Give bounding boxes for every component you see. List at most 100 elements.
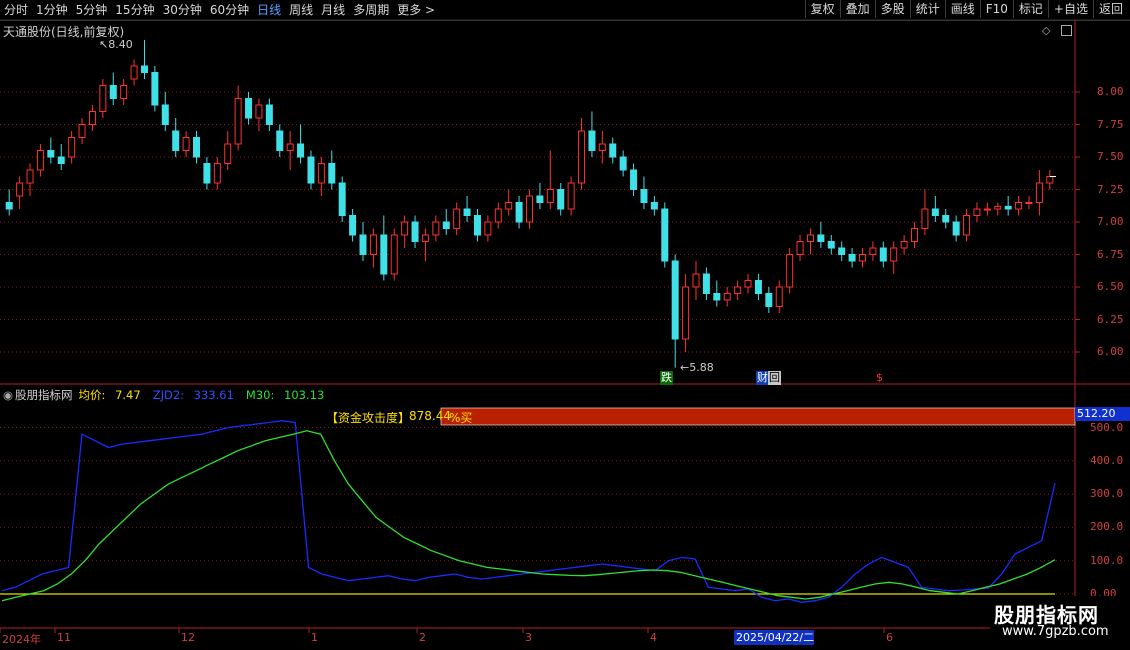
candle-body xyxy=(1004,205,1012,210)
candle-body xyxy=(349,215,357,236)
candle-body xyxy=(775,286,783,307)
candle-body xyxy=(245,98,253,119)
candle-body xyxy=(546,189,554,203)
candle-body xyxy=(213,163,221,184)
candle-body xyxy=(890,247,898,262)
high-price-label: ↖8.40 xyxy=(99,38,133,51)
candle-body xyxy=(234,98,242,145)
time-axis-label: 6 xyxy=(886,631,893,644)
candle-body xyxy=(203,163,211,184)
candle-body xyxy=(827,241,835,249)
candle-body xyxy=(661,208,669,262)
candle-body xyxy=(869,247,877,255)
candle-body xyxy=(796,241,804,255)
zjd2-line xyxy=(1,420,1056,603)
candle-body xyxy=(515,202,523,223)
time-axis-label: 12 xyxy=(181,631,195,644)
candle-body xyxy=(421,234,429,242)
candle-body xyxy=(598,143,606,151)
diamond-icon[interactable]: ◇ xyxy=(1042,24,1050,37)
time-axis-label: 4 xyxy=(650,631,657,644)
candle-body xyxy=(1035,182,1043,203)
indicator-lines xyxy=(0,407,1076,603)
candle-body xyxy=(411,221,419,242)
attack-bar xyxy=(440,407,1076,426)
candle-body xyxy=(265,104,273,125)
candle-body xyxy=(109,85,117,99)
candle-body xyxy=(963,215,971,236)
indicator-settings-icon[interactable]: ◉ xyxy=(3,388,13,402)
candle-body xyxy=(78,124,86,138)
candle-body xyxy=(57,156,65,164)
low-price-label: ←5.88 xyxy=(680,361,714,374)
candle-body xyxy=(161,104,169,125)
price-tick-label: 8.00 xyxy=(1097,85,1124,98)
arrow-left-icon: ← xyxy=(680,361,690,374)
candle-body xyxy=(931,208,939,216)
candle-body xyxy=(255,104,263,119)
candle-body xyxy=(286,143,294,151)
candle-body xyxy=(16,182,24,197)
candle-body xyxy=(338,182,346,216)
candle-body xyxy=(473,215,481,236)
candle-body xyxy=(588,130,596,151)
candle-body xyxy=(619,156,627,171)
attack-pct: %买 xyxy=(449,411,473,425)
candle-body xyxy=(557,189,565,210)
indicator-tick-label: 100.0 xyxy=(1090,553,1124,567)
candle-body xyxy=(5,202,13,210)
candle-body xyxy=(432,221,440,236)
candle-body xyxy=(734,286,742,294)
candle-body xyxy=(224,143,232,164)
candle-body xyxy=(359,234,367,255)
candle-body xyxy=(317,163,325,184)
candle-body xyxy=(713,293,721,301)
s-marker[interactable]: $ xyxy=(875,371,884,385)
die-marker[interactable]: 跌 xyxy=(660,371,673,385)
candle-body xyxy=(692,273,700,288)
stock-chart[interactable] xyxy=(0,0,1130,650)
candle-body xyxy=(671,260,679,340)
candle-body xyxy=(390,234,398,275)
price-tick-label: 6.00 xyxy=(1097,345,1124,358)
candle-body xyxy=(630,169,638,190)
candle-body xyxy=(99,85,107,112)
candle-series xyxy=(5,40,1056,368)
candle-body xyxy=(973,208,981,216)
candle-body xyxy=(307,156,315,184)
candle-body xyxy=(578,130,586,184)
candle-body xyxy=(858,254,866,262)
attack-value: 878.44 xyxy=(409,409,451,423)
time-axis-label: 2 xyxy=(419,631,426,644)
time-axis-label: 2024年 xyxy=(2,633,41,646)
candle-body xyxy=(328,163,336,184)
candle-body xyxy=(911,228,919,242)
indicator-name[interactable]: 股朋指标网 xyxy=(15,388,73,402)
candle-body xyxy=(453,208,461,229)
hui-marker[interactable]: 回 xyxy=(768,371,781,385)
candle-body xyxy=(879,247,887,262)
price-tick-label: 6.50 xyxy=(1097,280,1124,293)
m30-line xyxy=(1,430,1056,602)
candle-body xyxy=(494,208,502,223)
candle-body xyxy=(848,254,856,262)
candle-body xyxy=(765,293,773,307)
price-tick-label: 7.50 xyxy=(1097,150,1124,163)
candle-body xyxy=(401,221,409,236)
candle-body xyxy=(650,202,658,210)
candle-body xyxy=(994,205,1002,210)
candle-body xyxy=(838,247,846,255)
candle-body xyxy=(369,234,377,255)
candle-body xyxy=(1046,176,1054,184)
candle-body xyxy=(68,137,76,158)
watermark: 股朋指标网 www.7gpzb.com xyxy=(990,596,1130,650)
price-tick-label: 6.75 xyxy=(1097,247,1124,261)
time-axis-label: 3 xyxy=(525,631,532,644)
candle-body xyxy=(484,221,492,236)
candle-body xyxy=(297,143,305,158)
panel-toggle-icon[interactable] xyxy=(1061,25,1072,36)
time-axis-label: 11 xyxy=(57,631,71,644)
m30-value: M30: 103.13 xyxy=(245,388,325,402)
candle-body xyxy=(1025,202,1033,204)
attack-label: 【资金攻击度】 xyxy=(326,411,411,425)
